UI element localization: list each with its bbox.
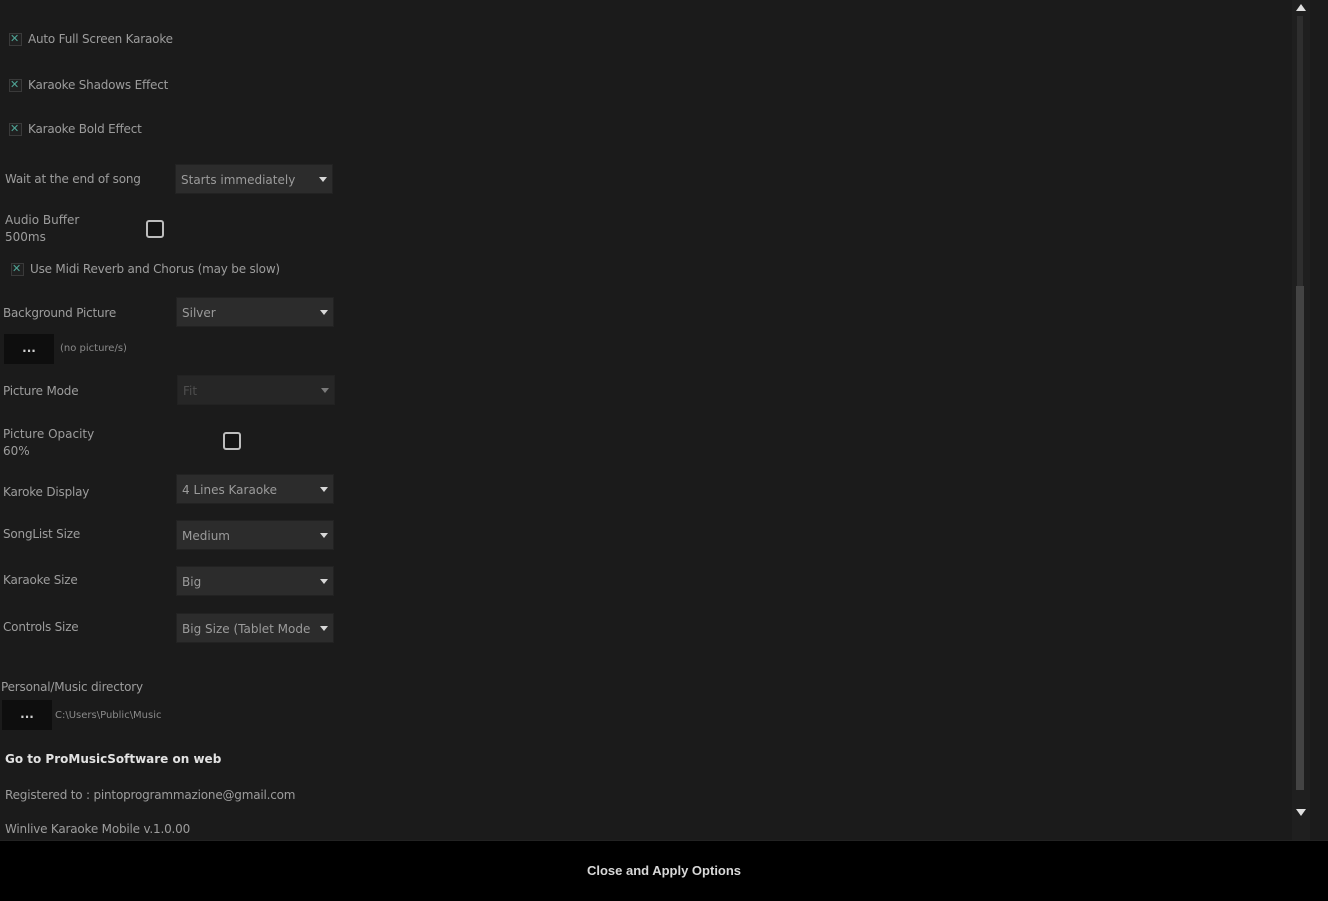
wait-end-song-label: Wait at the end of song: [5, 172, 141, 186]
midi-reverb-checkbox[interactable]: [11, 261, 24, 276]
shadows-effect-checkbox[interactable]: [9, 77, 22, 92]
karaoke-size-label: Karaoke Size: [3, 573, 78, 587]
bold-effect-checkbox[interactable]: [9, 121, 22, 136]
background-picture-value: Silver: [182, 306, 216, 320]
controls-size-label: Controls Size: [3, 620, 79, 634]
website-link[interactable]: Go to ProMusicSoftware on web: [5, 752, 221, 766]
midi-reverb-label: Use Midi Reverb and Chorus (may be slow): [30, 262, 280, 276]
audio-buffer-slider[interactable]: [146, 220, 164, 238]
auto-full-screen-checkbox[interactable]: [9, 31, 22, 46]
shadows-effect-label: Karaoke Shadows Effect: [28, 78, 169, 92]
shadows-effect-option[interactable]: Karaoke Shadows Effect: [9, 77, 169, 92]
bold-effect-option[interactable]: Karaoke Bold Effect: [9, 121, 142, 136]
picture-opacity-value: 60%: [3, 444, 30, 458]
songlist-size-select[interactable]: Medium: [176, 520, 334, 550]
picture-opacity-label: Picture Opacity 60%: [3, 426, 94, 460]
picture-opacity-title: Picture Opacity: [3, 427, 95, 441]
picture-opacity-slider[interactable]: [223, 432, 241, 450]
footer-bar: Close and Apply Options: [0, 840, 1328, 901]
picture-mode-select[interactable]: Fit: [177, 375, 335, 405]
controls-size-value: Big Size (Tablet Mode: [182, 622, 311, 636]
music-dir-label: Personal/Music directory: [1, 680, 143, 694]
karaoke-size-value: Big: [182, 575, 202, 589]
scrollbar-thumb[interactable]: [1296, 286, 1304, 790]
chevron-down-icon: [320, 579, 328, 584]
wait-end-song-value: Starts immediately: [181, 173, 296, 187]
options-panel: Auto Full Screen Karaoke Karaoke Shadows…: [0, 0, 1310, 840]
picture-browse-button[interactable]: ...: [4, 334, 54, 364]
karoke-display-label: Karoke Display: [3, 485, 90, 499]
background-picture-label: Background Picture: [3, 306, 117, 320]
scrollbar-track: [1297, 16, 1303, 286]
picture-path: (no picture/s): [60, 343, 127, 354]
background-picture-select[interactable]: Silver: [176, 297, 334, 327]
songlist-size-value: Medium: [182, 529, 230, 543]
songlist-size-label: SongList Size: [3, 527, 81, 541]
vertical-scrollbar[interactable]: [1292, 0, 1310, 840]
chevron-down-icon: [320, 310, 328, 315]
chevron-down-icon: [321, 388, 329, 393]
karoke-display-value: 4 Lines Karaoke: [182, 483, 278, 497]
scroll-up-icon[interactable]: [1296, 4, 1306, 11]
karoke-display-select[interactable]: 4 Lines Karaoke: [176, 474, 334, 504]
version-text: Winlive Karaoke Mobile v.1.0.00: [5, 822, 190, 836]
close-apply-button[interactable]: Close and Apply Options: [4, 843, 1324, 899]
scroll-down-icon[interactable]: [1296, 809, 1306, 816]
close-apply-label: Close and Apply Options: [586, 863, 742, 878]
picture-mode-label: Picture Mode: [3, 384, 79, 398]
chevron-down-icon: [320, 487, 328, 492]
audio-buffer-title: Audio Buffer: [5, 213, 80, 227]
picture-browse-label: ...: [22, 341, 36, 355]
chevron-down-icon: [320, 626, 328, 631]
chevron-down-icon: [319, 177, 327, 182]
music-dir-path: C:\Users\Public\Music: [55, 710, 162, 721]
bold-effect-label: Karaoke Bold Effect: [28, 122, 142, 136]
picture-mode-value: Fit: [183, 384, 198, 398]
music-dir-browse-label: ...: [20, 707, 34, 721]
karaoke-size-select[interactable]: Big: [176, 566, 334, 596]
auto-full-screen-option[interactable]: Auto Full Screen Karaoke: [9, 31, 173, 46]
music-dir-browse-button[interactable]: ...: [2, 700, 52, 730]
audio-buffer-label: Audio Buffer 500ms: [5, 212, 79, 246]
wait-end-song-select[interactable]: Starts immediately: [175, 164, 333, 194]
auto-full-screen-label: Auto Full Screen Karaoke: [28, 32, 173, 46]
controls-size-select[interactable]: Big Size (Tablet Mode: [176, 613, 334, 643]
registered-text: Registered to : pintoprogrammazione@gmai…: [5, 788, 296, 802]
audio-buffer-value: 500ms: [5, 230, 46, 244]
midi-reverb-option[interactable]: Use Midi Reverb and Chorus (may be slow): [11, 261, 280, 276]
chevron-down-icon: [320, 533, 328, 538]
